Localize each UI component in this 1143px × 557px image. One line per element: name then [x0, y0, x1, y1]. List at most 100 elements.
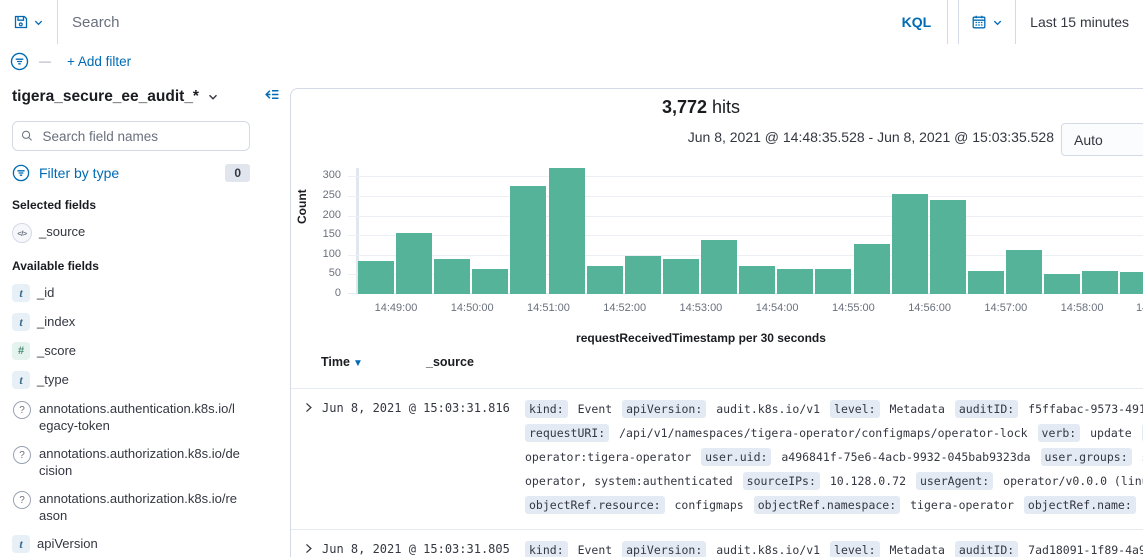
query-bar: Search KQL Last 15 minutes	[0, 0, 1143, 45]
string-field-icon: t	[12, 313, 30, 331]
sort-desc-icon: ▼	[353, 358, 363, 369]
x-tick-label: 14:55:00	[813, 302, 893, 314]
number-field-icon: #	[12, 342, 30, 360]
histogram-bar[interactable]	[549, 168, 585, 294]
histogram-bar[interactable]	[815, 269, 851, 294]
x-tick-label: 14:54:00	[737, 302, 817, 314]
index-pattern-title: tigera_secure_ee_audit_*	[12, 88, 199, 106]
field-search-box[interactable]	[12, 121, 250, 151]
histogram-bar[interactable]	[587, 266, 623, 294]
field-item-annotations.authorization.k8s.io/decision[interactable]: ? annotations.authorization.k8s.io/decis…	[12, 445, 240, 479]
field-key-badge: level:	[830, 400, 880, 418]
histogram-bar[interactable]	[930, 200, 966, 294]
gridline	[348, 235, 1143, 236]
field-key-badge: requestURI:	[525, 424, 609, 442]
histogram-bar[interactable]	[968, 271, 1004, 294]
gridline	[348, 196, 1143, 197]
field-key-badge: kind:	[525, 541, 568, 557]
row-timestamp: Jun 8, 2021 @ 15:03:31.816	[322, 397, 525, 415]
filter-count-badge: 0	[225, 164, 250, 182]
histogram-bar[interactable]	[625, 256, 661, 294]
expand-row-button[interactable]	[302, 397, 322, 414]
x-tick-label: 14:53:00	[661, 302, 741, 314]
filter-by-type-label: Filter by type	[39, 165, 216, 181]
histogram-bar[interactable]	[396, 233, 432, 294]
chevron-down-icon	[992, 17, 1003, 28]
time-column-header[interactable]: Time▼	[321, 355, 363, 369]
field-item-apiVersion[interactable]: t apiVersion	[12, 535, 240, 553]
chart-title: requestReceivedTimestamp per 30 seconds	[348, 331, 1054, 345]
histogram-bar[interactable]	[1006, 250, 1042, 294]
fields-sidebar: tigera_secure_ee_audit_* Filter by type …	[0, 78, 282, 557]
gridline	[348, 176, 1143, 177]
selected-fields-heading: Selected fields	[12, 198, 282, 212]
field-item-_id[interactable]: t _id	[12, 284, 240, 302]
time-range-button[interactable]: Last 15 minutes	[1016, 0, 1143, 44]
histogram-bar[interactable]	[358, 261, 394, 294]
filter-by-type-button[interactable]: Filter by type 0	[12, 164, 250, 182]
filter-drag-dash-icon: —	[39, 54, 51, 68]
chevron-down-icon	[207, 91, 219, 103]
chevron-down-icon	[33, 17, 44, 28]
index-pattern-switcher[interactable]: tigera_secure_ee_audit_*	[12, 88, 252, 106]
hits-count: 3,772	[662, 97, 707, 117]
row-timestamp: Jun 8, 2021 @ 15:03:31.805	[322, 538, 525, 556]
field-key-badge: objectRef.resource:	[525, 496, 665, 514]
hits-label: hits	[712, 97, 740, 117]
field-item-_type[interactable]: t _type	[12, 371, 240, 389]
filter-settings-button[interactable]	[10, 52, 29, 71]
histogram-bar[interactable]	[777, 269, 813, 294]
field-name: _source	[39, 223, 85, 240]
kql-toggle-button[interactable]: KQL	[886, 0, 949, 44]
histogram-bar[interactable]	[739, 266, 775, 294]
field-search-input[interactable]	[41, 128, 242, 145]
source-line: requestURI: /api/v1/namespaces/tigera-op…	[525, 421, 1143, 445]
field-value: 10.128.0.72	[830, 474, 906, 488]
field-item-_source[interactable]: </> _source	[12, 223, 240, 243]
histogram-bar[interactable]	[892, 194, 928, 294]
source-line: operator:tigera-operator user.uid: a4968…	[525, 445, 1143, 469]
filter-circle-icon	[12, 164, 30, 182]
histogram-bar[interactable]	[663, 259, 699, 294]
source-line: kind: Event apiVersion: audit.k8s.io/v1 …	[525, 538, 1143, 557]
field-value: f5ffabac-9573-4918-a	[1028, 402, 1143, 416]
x-tick-label: 14:51:00	[508, 302, 588, 314]
doc-table-header: Time▼ _source	[291, 355, 1143, 379]
field-key-badge: auditID:	[955, 541, 1018, 557]
expand-row-button[interactable]	[302, 538, 322, 555]
save-icon	[13, 14, 29, 30]
field-value: 7ad18091-1f89-4a97-4	[1028, 543, 1143, 557]
histogram-bar[interactable]	[510, 186, 546, 294]
histogram-bar[interactable]	[701, 240, 737, 294]
interval-select[interactable]: Auto	[1061, 123, 1143, 156]
y-axis-ticks: 050100150200250300	[291, 168, 341, 300]
histogram-bar[interactable]	[1120, 272, 1143, 294]
field-item-annotations.authorization.k8s.io/reason[interactable]: ? annotations.authorization.k8s.io/reaso…	[12, 490, 240, 524]
chevron-right-icon	[302, 401, 315, 414]
available-fields-list: t _id t _index # _score t _type ? annota…	[12, 284, 282, 557]
add-filter-button[interactable]: + Add filter	[67, 54, 131, 69]
y-tick-label: 300	[291, 169, 341, 181]
field-key-badge: auditID:	[955, 400, 1018, 418]
x-tick-label: 14:56:00	[890, 302, 970, 314]
field-item-annotations.authentication.k8s.io/legacy-token[interactable]: ? annotations.authentication.k8s.io/lega…	[12, 400, 240, 434]
search-input[interactable]: Search	[58, 0, 886, 44]
saved-query-menu-button[interactable]	[0, 0, 58, 44]
field-item-_index[interactable]: t _index	[12, 313, 240, 331]
histogram-bar[interactable]	[472, 269, 508, 294]
histogram-bar[interactable]	[854, 244, 890, 294]
y-tick-label: 250	[291, 189, 341, 201]
source-column-header: _source	[426, 355, 474, 369]
field-key-badge: apiVersion:	[622, 541, 706, 557]
field-item-_score[interactable]: # _score	[12, 342, 240, 360]
histogram-bar[interactable]	[434, 259, 470, 294]
field-name: _id	[37, 284, 54, 301]
histogram-bar[interactable]	[1044, 274, 1080, 294]
gridline	[348, 216, 1143, 217]
field-key-badge: sourceIPs:	[743, 472, 820, 490]
filter-bar: — + Add filter	[0, 44, 1143, 78]
quick-select-menu-button[interactable]	[959, 0, 1016, 44]
y-tick-label: 0	[291, 287, 341, 299]
field-value: audit.k8s.io/v1	[716, 543, 820, 557]
histogram-bar[interactable]	[1082, 271, 1118, 294]
